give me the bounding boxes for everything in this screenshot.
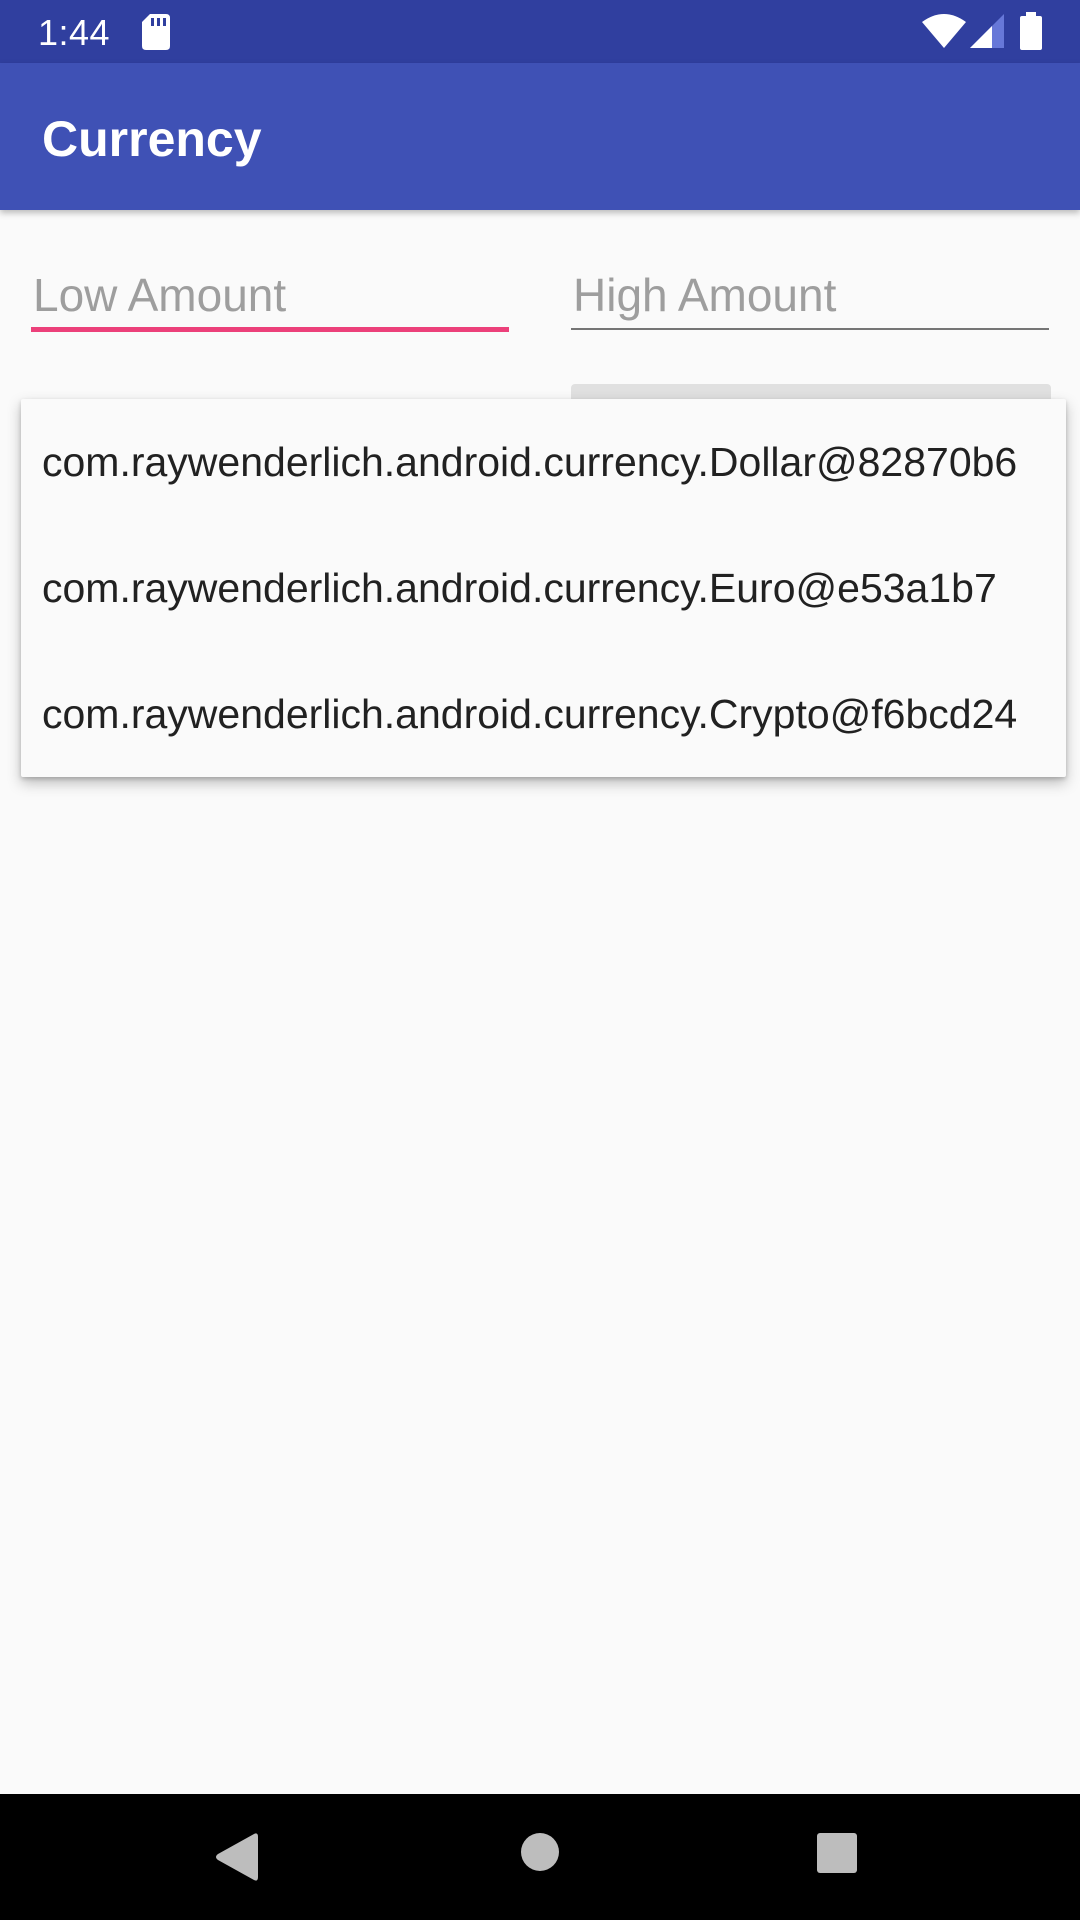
app-bar: Currency [0,63,1080,210]
wifi-icon [922,14,966,53]
high-amount-field[interactable] [571,260,1049,332]
recents-icon[interactable] [816,1832,858,1879]
dropdown-item-dollar[interactable]: com.raywenderlich.android.currency.Dolla… [21,399,1066,525]
low-amount-underline [31,327,509,332]
app-title: Currency [42,111,262,167]
low-amount-field[interactable] [31,260,509,332]
dropdown-item-label: com.raywenderlich.android.currency.Euro@… [42,564,997,611]
low-amount-input[interactable] [31,260,509,330]
status-bar: 1:44 [0,0,1080,63]
cell-signal-icon [970,14,1004,53]
currency-dropdown: com.raywenderlich.android.currency.Dolla… [21,399,1066,777]
high-amount-input[interactable] [571,260,1049,330]
status-time: 1:44 [38,12,111,53]
battery-icon [1020,12,1042,55]
home-icon[interactable] [520,1832,560,1877]
dropdown-item-euro[interactable]: com.raywenderlich.android.currency.Euro@… [21,525,1066,651]
back-icon[interactable] [214,1832,258,1887]
dropdown-item-crypto[interactable]: com.raywenderlich.android.currency.Crypt… [21,651,1066,777]
sd-card-icon [142,14,170,55]
high-amount-underline [571,328,1049,330]
navigation-bar [0,1794,1080,1920]
dropdown-item-label: com.raywenderlich.android.currency.Crypt… [42,690,1018,737]
dropdown-item-label: com.raywenderlich.android.currency.Dolla… [42,438,1018,485]
